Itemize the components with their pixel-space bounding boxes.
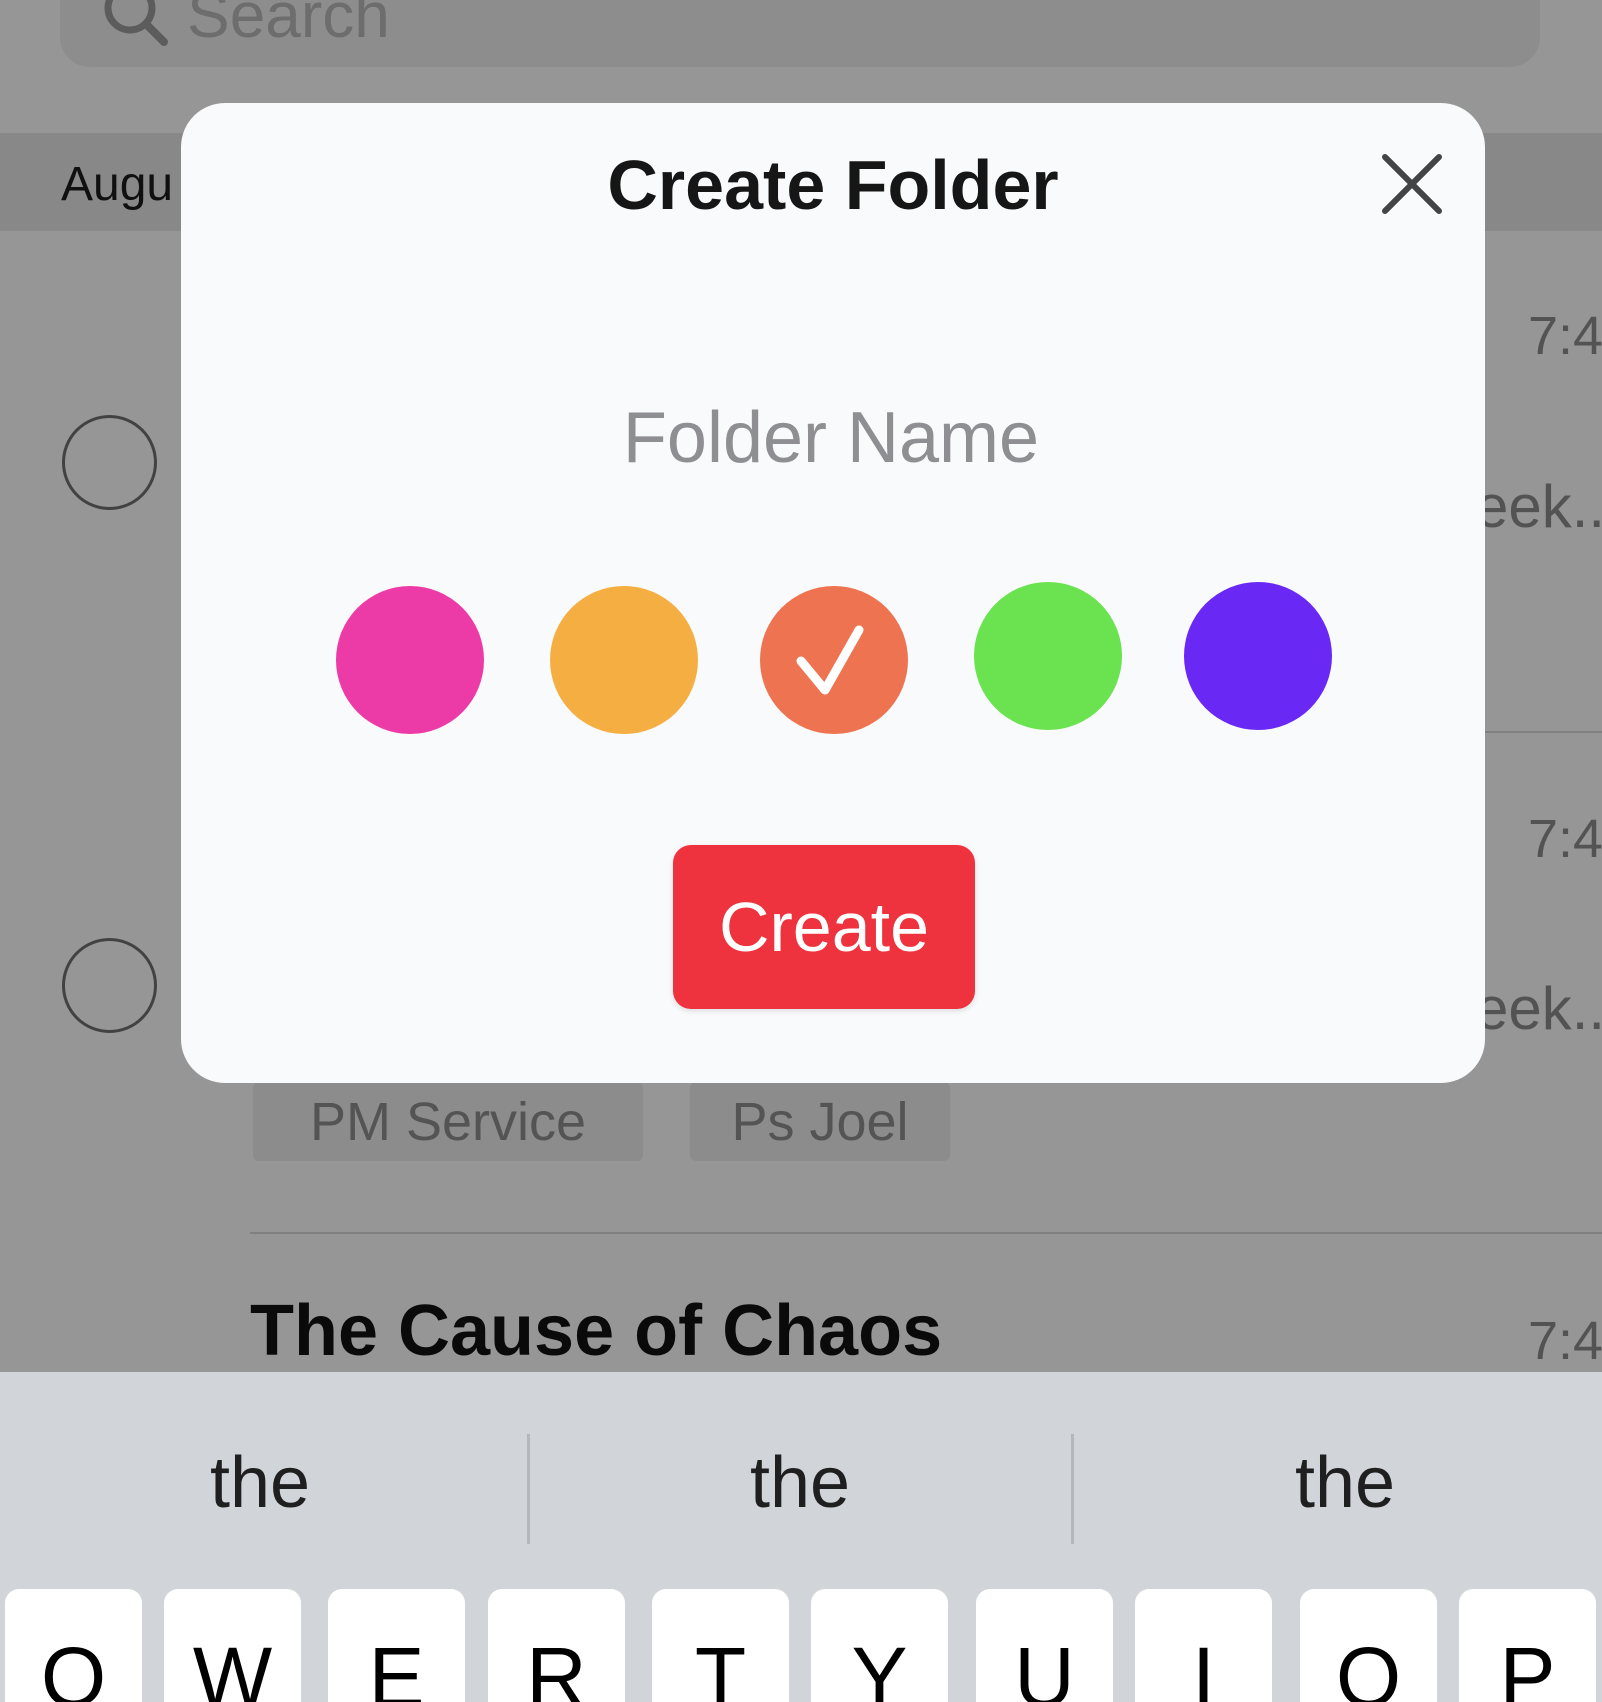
color-swatch[interactable] <box>760 586 908 734</box>
create-folder-dialog: Create Folder Create <box>181 103 1485 1083</box>
folder-name-input[interactable] <box>481 383 1181 493</box>
key-t[interactable]: T <box>652 1589 789 1702</box>
close-icon[interactable] <box>1381 153 1443 215</box>
key-q[interactable]: Q <box>5 1589 142 1702</box>
create-button[interactable]: Create <box>673 845 975 1009</box>
color-swatch[interactable] <box>550 586 698 734</box>
suggestion-item[interactable]: the <box>535 1442 1065 1524</box>
key-i[interactable]: I <box>1135 1589 1272 1702</box>
key-y[interactable]: Y <box>811 1589 948 1702</box>
suggestion-item[interactable]: the <box>0 1442 525 1524</box>
key-u[interactable]: U <box>976 1589 1113 1702</box>
suggestion-divider <box>527 1434 530 1544</box>
key-o[interactable]: O <box>1300 1589 1437 1702</box>
key-w[interactable]: W <box>164 1589 301 1702</box>
color-swatch[interactable] <box>974 582 1122 730</box>
key-r[interactable]: R <box>488 1589 625 1702</box>
keyboard: the the the QWERTYUIOP <box>0 1372 1602 1702</box>
suggestion-divider <box>1071 1434 1074 1544</box>
key-p[interactable]: P <box>1459 1589 1596 1702</box>
color-swatch[interactable] <box>336 586 484 734</box>
suggestion-item[interactable]: the <box>1080 1442 1602 1524</box>
key-e[interactable]: E <box>328 1589 465 1702</box>
color-swatch[interactable] <box>1184 582 1332 730</box>
dialog-title: Create Folder <box>607 146 1059 224</box>
